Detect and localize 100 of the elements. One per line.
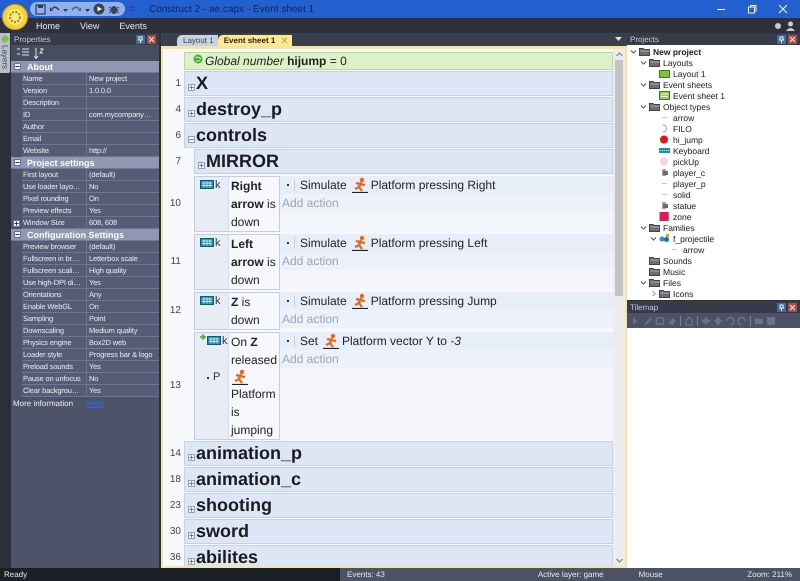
- zoom-level: Zoom: 211%: [747, 570, 792, 579]
- scroll-up-icon[interactable]: [616, 52, 622, 57]
- line-number: 7: [175, 156, 181, 167]
- tree-item[interactable]: Families: [663, 222, 695, 232]
- tree-item[interactable]: Sounds: [663, 256, 692, 266]
- group-row[interactable]: controls: [184, 123, 613, 148]
- action-verb: Simulate: [300, 294, 347, 308]
- condition-text: Platform is jumping: [231, 387, 276, 437]
- group-title: abilites: [196, 547, 258, 566]
- menu-item[interactable]: Home: [36, 20, 60, 30]
- categorized-icon[interactable]: [17, 48, 29, 58]
- tree-item[interactable]: player_c: [673, 168, 706, 178]
- line-number: 6: [175, 130, 181, 141]
- condition-block[interactable]: k Z is down: [194, 292, 280, 330]
- line-number: 11: [170, 256, 181, 267]
- tree-item[interactable]: Event sheet 1: [673, 90, 725, 100]
- global-variable-row[interactable]: Global number hijump = 0: [184, 52, 613, 70]
- tree-item[interactable]: Layout 1: [673, 68, 706, 78]
- folder-icon: [649, 223, 660, 232]
- pin-icon[interactable]: [777, 302, 786, 312]
- menu-item[interactable]: Events: [119, 20, 147, 30]
- tree-item[interactable]: arrow: [683, 244, 704, 254]
- group-row[interactable]: X: [184, 71, 613, 96]
- condition-text: Right arrow is down: [231, 179, 276, 229]
- scroll-down-icon[interactable]: [616, 558, 622, 563]
- folder-icon: [649, 278, 660, 287]
- running-figure-icon: [322, 333, 340, 349]
- tree-item[interactable]: Icons: [673, 288, 694, 298]
- tree-item[interactable]: FILO: [673, 124, 692, 134]
- condition-text: Z is down: [231, 295, 260, 327]
- panel-title: Properties: [14, 34, 50, 44]
- group-row[interactable]: shooting: [184, 493, 613, 518]
- folder-icon: [649, 80, 660, 89]
- collapse-icon: [14, 159, 21, 166]
- line-number: 12: [170, 305, 181, 316]
- collapse-icon: [14, 231, 21, 238]
- user-icon[interactable]: [786, 20, 795, 30]
- object-name: k: [215, 180, 220, 191]
- more-information-label: More information: [12, 398, 74, 408]
- event-sheet-icon: [659, 91, 670, 100]
- group-row[interactable]: destroy_p: [184, 97, 613, 122]
- status-text: Ready: [4, 570, 28, 579]
- object-name: k: [222, 336, 228, 347]
- tree-item[interactable]: New project: [653, 46, 702, 56]
- document-tab[interactable]: Event sheet 1: [218, 35, 292, 46]
- group-row[interactable]: MIRROR: [194, 149, 613, 174]
- group-row[interactable]: abilites: [184, 545, 613, 566]
- layers-tab[interactable]: Layers: [0, 33, 10, 74]
- tree-item[interactable]: Object types: [663, 102, 710, 112]
- tree-item[interactable]: statue: [673, 200, 696, 210]
- sprite-icon: [659, 201, 670, 210]
- group-title: destroy_p: [196, 99, 282, 119]
- condition-block[interactable]: k On Z released P Platform is jumping: [194, 332, 280, 440]
- tree-item[interactable]: Files: [663, 278, 681, 288]
- scrollbar[interactable]: [613, 49, 625, 566]
- pin-icon[interactable]: [136, 34, 145, 44]
- keyboard-icon: [200, 180, 214, 189]
- document-tab[interactable]: Layout 1: [177, 35, 218, 46]
- folder-icon: [639, 47, 650, 56]
- global-variable-text: Global number hijump = 0: [205, 54, 347, 68]
- group-row[interactable]: sword: [184, 519, 613, 544]
- tree-item[interactable]: hi_jump: [673, 134, 703, 144]
- action-row[interactable]: Set Platform vector Y to -3: [280, 332, 613, 350]
- tree-item[interactable]: f_projectile: [673, 234, 714, 244]
- expand-icon[interactable]: [13, 220, 20, 226]
- object-name: k: [215, 296, 220, 307]
- tree-item[interactable]: Layouts: [663, 58, 693, 68]
- action-text: Platform vector Y to -3: [342, 334, 461, 348]
- restore-icon[interactable]: [747, 4, 757, 14]
- scrollbar-thumb[interactable]: [615, 60, 623, 296]
- action-row[interactable]: Simulate Platform pressing Right: [280, 176, 613, 194]
- bug-icon[interactable]: [108, 3, 120, 15]
- action-text: Platform pressing Jump: [370, 294, 497, 308]
- tree-item[interactable]: Keyboard: [673, 146, 710, 156]
- group-row[interactable]: animation_c: [184, 467, 613, 492]
- action-verb: Set: [300, 334, 318, 348]
- menu-item[interactable]: View: [80, 20, 100, 30]
- sort-icon[interactable]: [34, 48, 44, 58]
- group-row[interactable]: animation_p: [184, 441, 613, 466]
- tree-item[interactable]: Music: [663, 266, 686, 276]
- tree-item[interactable]: player_p: [673, 178, 706, 188]
- tree-item[interactable]: zone: [673, 212, 692, 222]
- line-number: 4: [175, 104, 181, 115]
- action-text: Platform pressing Right: [370, 178, 496, 192]
- line-number: 10: [170, 198, 181, 209]
- running-figure-icon: [350, 235, 369, 251]
- line-number: 30: [170, 526, 181, 537]
- play-icon[interactable]: [93, 3, 105, 15]
- condition-block[interactable]: k Right arrow is down: [194, 176, 280, 232]
- group-title: controls: [196, 125, 268, 145]
- dropdown-icon[interactable]: [615, 37, 622, 42]
- tree-item[interactable]: solid: [673, 190, 690, 200]
- tree-item[interactable]: Event sheets: [663, 80, 712, 90]
- pin-icon[interactable]: [777, 34, 786, 44]
- action-row[interactable]: Simulate Platform pressing Jump: [280, 292, 613, 310]
- tree-item[interactable]: arrow: [673, 112, 694, 122]
- action-row[interactable]: Simulate Platform pressing Left: [280, 234, 613, 252]
- save-icon[interactable]: [35, 4, 46, 14]
- running-figure-icon: [350, 177, 369, 193]
- tree-item[interactable]: pickUp: [673, 156, 699, 166]
